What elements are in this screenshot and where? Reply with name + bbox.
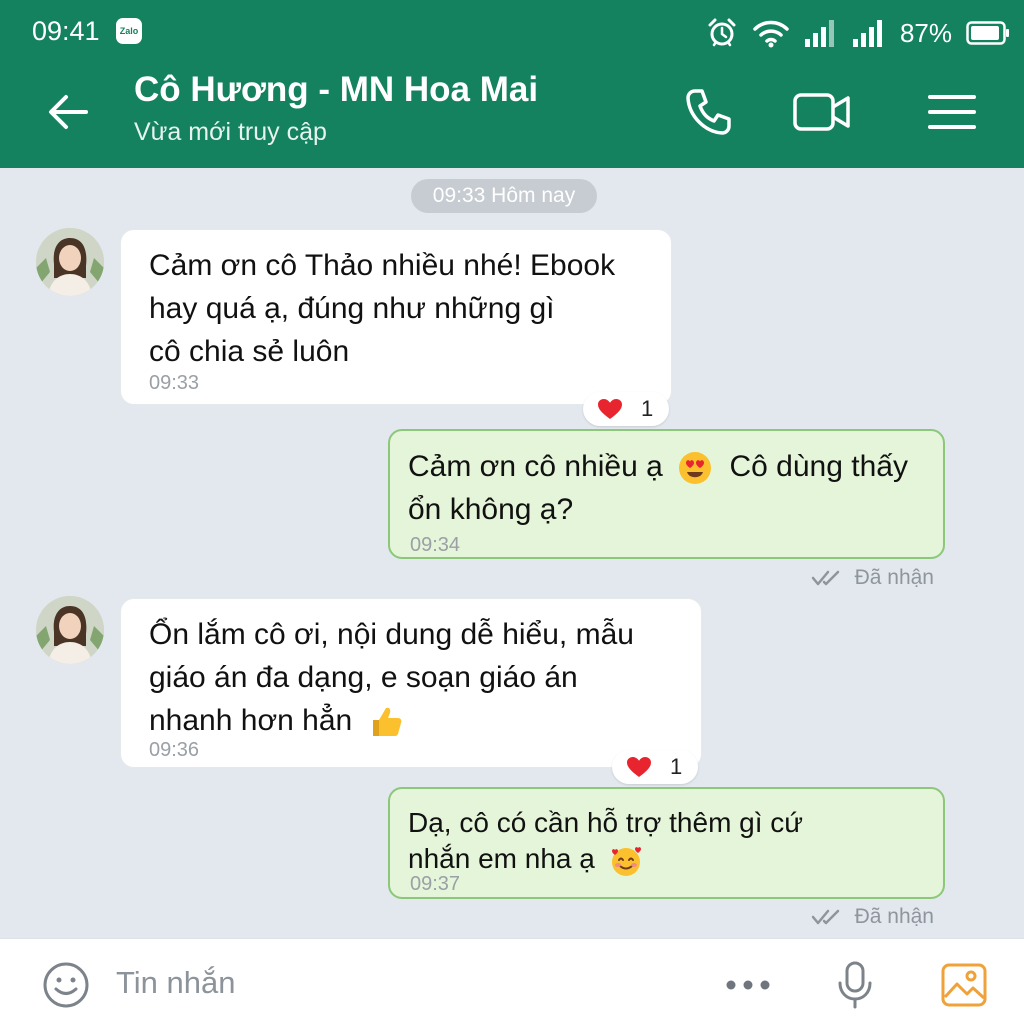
avatar-photo [36,596,104,664]
message-line: ổn không ạ? [408,493,574,526]
delivery-receipt: Đã nhận [811,905,934,929]
message-line: Cảm ơn cô Thảo nhiều nhé! Ebook [149,249,616,282]
phone-icon [686,89,731,135]
video-camera-icon [793,93,850,131]
message-input-bar [0,938,1024,1024]
chat-header: 09:41 Zalo 87% Cô Hương - MN Hoa Mai Vừa… [0,0,1024,168]
heart-icon [598,399,622,419]
contact-status: Vừa mới truy cập [134,118,327,146]
emoji-button[interactable] [40,961,92,1009]
back-button[interactable] [40,86,96,138]
message-bubble-outgoing[interactable]: Cảm ơn cô nhiều ạ Cô dùng thấy ổn không … [388,429,945,559]
signal-icon-secondary [852,20,882,47]
more-options-button[interactable] [722,961,774,1009]
thumbs-up-emoji-icon [372,707,401,737]
double-check-icon [811,909,839,925]
status-bar: 09:41 Zalo 87% [0,0,1024,64]
message-line: hay quá ạ, đúng như những gì [149,292,555,325]
message-line-part: nhanh hơn hẳn [149,704,353,737]
heart-eyes-emoji-icon [679,452,712,485]
wifi-icon [753,20,789,48]
message-text: Dạ, cô có cần hỗ trợ thêm gì cứ nhắn em … [408,803,923,878]
voice-call-button[interactable] [678,84,738,140]
status-time: 09:41 [32,16,100,46]
signal-icon [804,20,834,47]
message-input[interactable] [116,961,696,1005]
message-line-part: Cảm ơn cô nhiều ạ [408,450,663,483]
contact-avatar[interactable] [36,228,104,296]
message-time: 09:36 [149,739,200,761]
reaction-count: 1 [670,754,683,779]
message-line: nhắn em nha ạ [408,841,923,878]
message-line: nhanh hơn hẳn [149,699,681,742]
zalo-notification-icon: Zalo [116,18,142,44]
message-time: 09:34 [410,534,461,556]
double-check-icon [811,570,839,586]
message-bubble-incoming[interactable]: Ổn lắm cô ơi, nội dung dễ hiểu, mẫu giáo… [120,598,702,768]
receipt-label: Đã nhận [854,566,934,589]
message-text: Cảm ơn cô nhiều ạ Cô dùng thấy ổn không … [408,445,923,531]
smiley-icon [43,962,89,1008]
message-time: 09:37 [410,873,461,895]
video-call-button[interactable] [792,84,852,140]
message-reaction[interactable]: 1 [612,750,699,784]
message-line: Ổn lắm cô ơi, nội dung dễ hiểu, mẫu [149,618,634,651]
voice-message-button[interactable] [830,961,880,1009]
message-line: Cảm ơn cô nhiều ạ Cô dùng thấy [408,445,923,488]
date-divider: 09:33 Hôm nay [411,179,597,213]
message-line-part: nhắn em nha ạ [408,843,595,874]
hamburger-menu-icon [928,95,976,129]
contact-avatar[interactable] [36,596,104,664]
more-dots-icon [726,980,770,990]
message-text: Cảm ơn cô Thảo nhiều nhé! Ebook hay quá … [149,244,651,373]
message-line: giáo án đa dạng, e soạn giáo án [149,661,578,694]
microphone-icon [838,961,872,1009]
arrow-left-icon [49,95,88,129]
reaction-count: 1 [641,396,654,421]
message-bubble-incoming[interactable]: Cảm ơn cô Thảo nhiều nhé! Ebook hay quá … [120,229,672,405]
message-bubble-outgoing[interactable]: Dạ, cô có cần hỗ trợ thêm gì cứ nhắn em … [388,787,945,899]
message-time: 09:33 [149,372,200,394]
smiling-face-with-hearts-emoji-icon [611,846,641,876]
message-reaction[interactable]: 1 [583,392,670,426]
message-text: Ổn lắm cô ơi, nội dung dễ hiểu, mẫu giáo… [149,613,681,742]
message-line-part: Cô dùng thấy [729,450,908,483]
status-icons: 87% [706,16,1010,50]
delivery-receipt: Đã nhận [811,566,934,590]
menu-button[interactable] [922,84,982,140]
message-line: Dạ, cô có cần hỗ trợ thêm gì cứ [408,807,804,838]
heart-icon [627,757,651,777]
contact-name[interactable]: Cô Hương - MN Hoa Mai [134,70,538,110]
message-line: cô chia sẻ luôn [149,335,350,368]
alarm-icon [708,18,736,47]
image-picker-button[interactable] [940,961,988,1009]
battery-percentage: 87% [899,17,952,48]
image-icon [941,963,987,1007]
battery-icon [966,21,1009,45]
avatar-photo [36,228,104,296]
receipt-label: Đã nhận [854,905,934,928]
